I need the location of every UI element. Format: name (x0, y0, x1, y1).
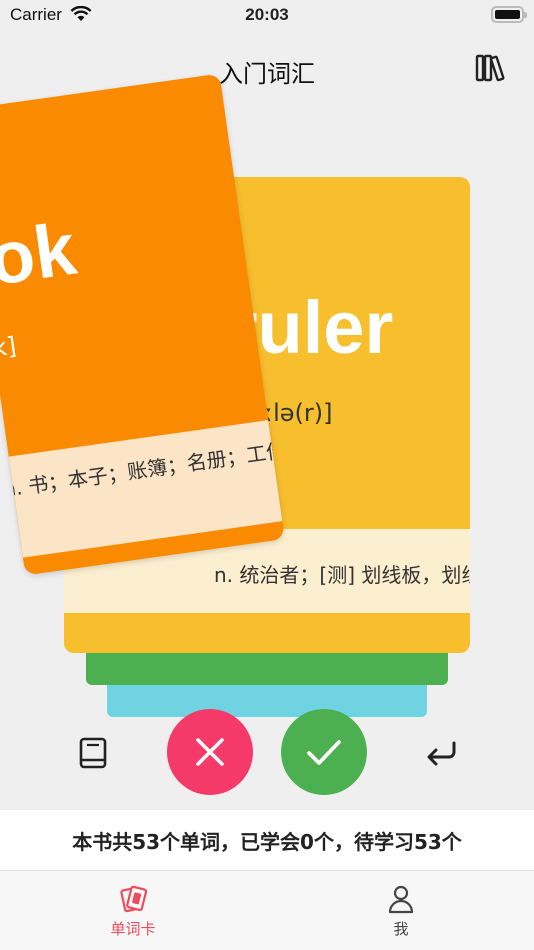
card-phonetic: [bʊk] (0, 331, 18, 369)
forgot-button[interactable] (167, 709, 253, 795)
book-icon[interactable] (76, 736, 110, 770)
check-icon (307, 740, 341, 765)
card-controls (0, 708, 534, 796)
progress-summary: 本书共53个单词，已学会0个，待学习53个 (0, 810, 534, 870)
card-word: book (0, 206, 81, 314)
tab-label: 我 (393, 920, 409, 938)
person-icon (388, 885, 414, 914)
tab-word-cards[interactable]: 单词卡 (68, 883, 198, 939)
know-button[interactable] (281, 709, 367, 795)
card-definition: n. 统治者；[测] 划线板，划线的人 (214, 563, 470, 587)
tab-label: 单词卡 (110, 920, 156, 938)
tab-me[interactable]: 我 (336, 883, 466, 939)
undo-arrow-icon[interactable] (424, 738, 460, 768)
x-icon (196, 738, 224, 766)
word-card-current[interactable]: book [bʊk] n. 书；本子；账簿；名册；工作簿 (0, 73, 285, 576)
cards-icon (120, 885, 148, 913)
tab-bar: 单词卡 我 (0, 870, 534, 950)
card-stack: ruler [ˈruːlə(r)] n. 统治者；[测] 划线板，划线的人 bo… (0, 0, 534, 730)
